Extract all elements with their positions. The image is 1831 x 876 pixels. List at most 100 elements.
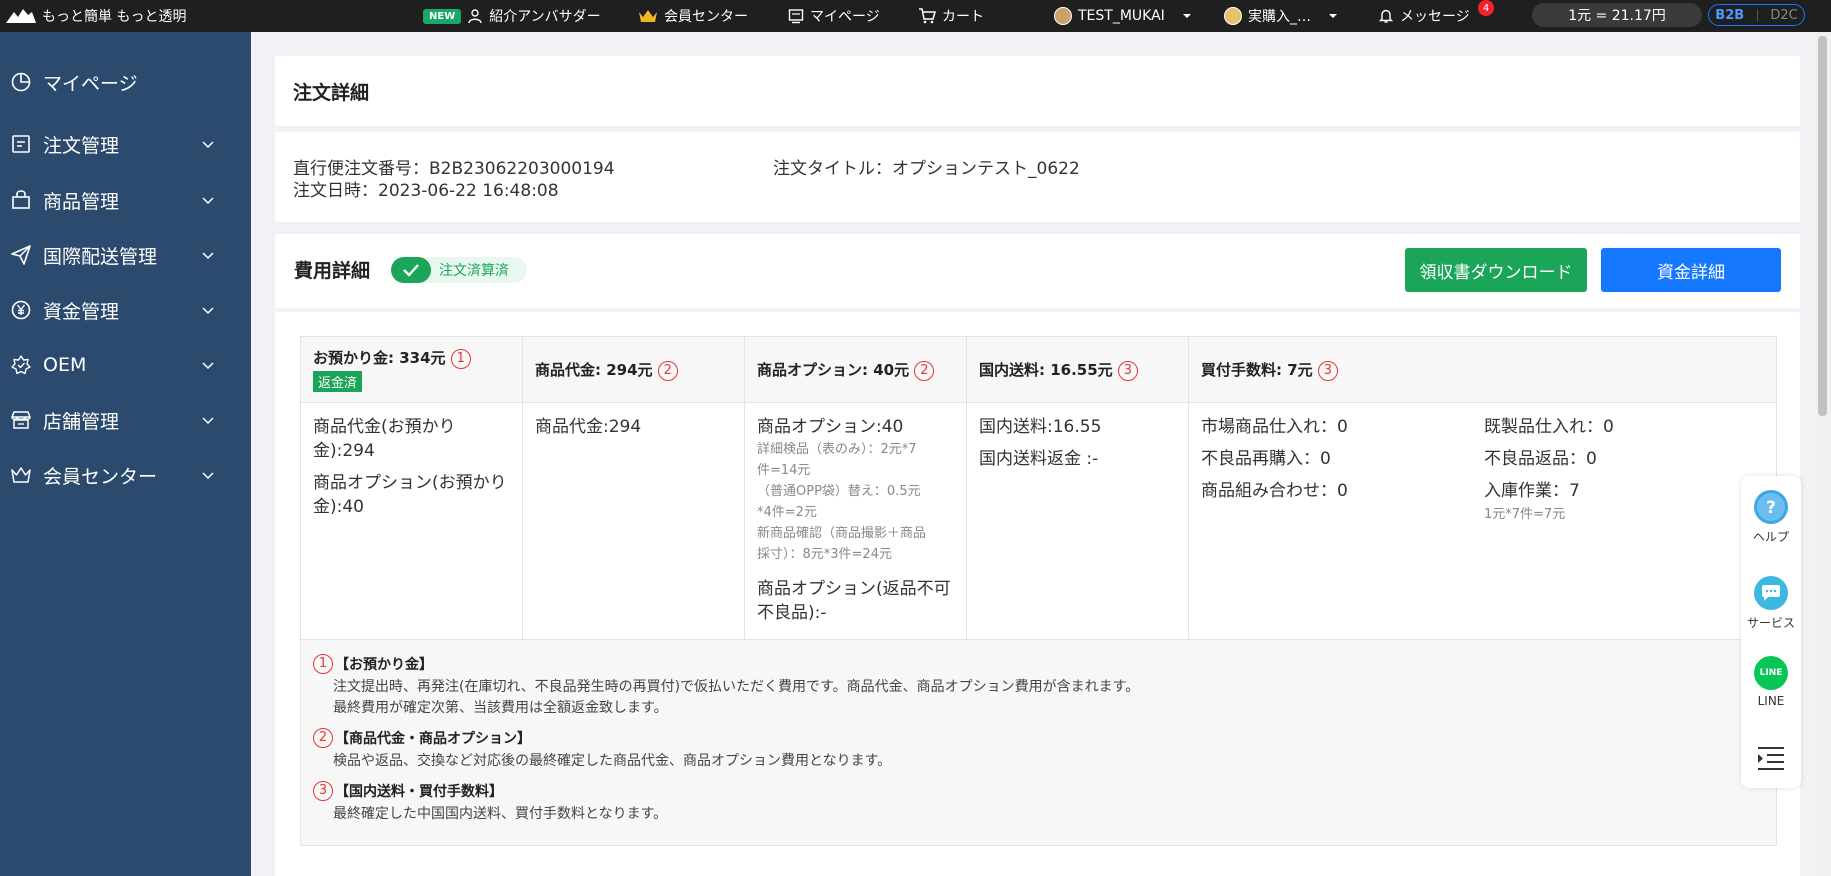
fee-title: 費用詳細 [294, 260, 371, 282]
store-name: 実購入_… [1248, 9, 1311, 25]
option-detail: *4件=2元 [757, 505, 817, 520]
product-line: 商品代金:294 [535, 417, 642, 437]
commission-market: 市場商品仕入れ：0 [1201, 417, 1348, 437]
cart-link[interactable]: カート [918, 0, 984, 32]
chevron-down-icon [202, 417, 214, 425]
note-title: 3 【国内送料・買付手数料】 [313, 781, 503, 801]
paper-plane-icon [9, 243, 33, 267]
sidebar-item-products[interactable]: 商品管理 [0, 180, 251, 220]
chevron-down-icon [202, 141, 214, 149]
fee-col-header: 買付手数料: 7元 3 [1201, 359, 1338, 381]
note-title: 2 【商品代金・商品オプション】 [313, 728, 531, 748]
new-badge: NEW [423, 8, 462, 24]
note-text: 最終費用が確定次第、当該費用は全額返金致します。 [333, 700, 668, 716]
bag-icon [9, 188, 33, 212]
caret-down-icon [1329, 14, 1337, 18]
option-detail: 新商品確認（商品撮影＋商品 [757, 526, 927, 541]
deposit-product-line1: 商品代金(お預かり [313, 417, 456, 437]
messages-link[interactable]: メッセージ [1378, 0, 1470, 32]
note-text: 注文提出時、再発注(在庫切れ、不良品発生時の再買付)で仮払いただく費用です。商品… [333, 679, 1140, 695]
deposit-header: お預かり金: 334元 [313, 349, 446, 367]
deposit-product-line2: 金):294 [313, 441, 375, 461]
shipping-header: 国内送料: 16.55元 [979, 361, 1113, 379]
sidebar-item-orders[interactable]: 注文管理 [0, 124, 251, 164]
option-nonreturn-line2: 不良品):- [757, 603, 827, 623]
store-menu[interactable]: 実購入_… [1224, 0, 1339, 32]
ambassador-link[interactable]: NEW 紹介アンバサダー [423, 0, 601, 32]
commission-warehousing-detail: 1元*7件=7元 [1484, 507, 1566, 522]
service-button[interactable]: サービス [1741, 576, 1801, 631]
mode-switch[interactable]: B2B D2C [1708, 4, 1805, 26]
logo[interactable]: もっと簡単 もっと透明 [6, 0, 186, 32]
store-icon [9, 408, 33, 432]
sidebar-item-label: 会員センター [43, 465, 158, 488]
note-number-1: 1 [450, 348, 471, 369]
option-detail: 採寸）：8元*3件=24元 [757, 547, 892, 562]
page-header-card: 注文詳細 [275, 56, 1800, 126]
note-title-text: 【商品代金・商品オプション】 [335, 731, 531, 747]
status-badge: 注文済算済 [391, 257, 527, 283]
commission-warehousing: 入庫作業：7 [1484, 481, 1580, 501]
cart-label: カート [942, 9, 984, 25]
page-scrollbar[interactable] [1814, 32, 1831, 876]
collapse-panel-button[interactable] [1741, 746, 1801, 770]
fee-col-header: お預かり金: 334元 1 [313, 347, 471, 369]
note-number-3: 3 [1317, 360, 1338, 381]
line-button[interactable]: LINE LINE [1741, 656, 1801, 708]
person-icon [468, 9, 482, 24]
commission-defect-rebuy: 不良品再購入：0 [1201, 449, 1331, 469]
member-center-link[interactable]: 会員センター [638, 0, 748, 32]
note-title-text: 【お預かり金】 [335, 657, 433, 673]
note-number-3: 3 [1117, 360, 1138, 381]
sidebar-item-oem[interactable]: OEM [0, 345, 251, 385]
caret-down-icon [1182, 14, 1191, 18]
sidebar-item-mypage[interactable]: マイページ [0, 62, 251, 102]
scrollbar-thumb[interactable] [1818, 36, 1827, 416]
chevron-down-icon [202, 252, 214, 260]
note-number-1: 1 [313, 654, 333, 674]
sidebar: マイページ 注文管理 商品管理 国際配送管理 資金管理 OEM 店舗管理 会員セ… [0, 32, 251, 876]
monitor-icon [788, 9, 804, 24]
oem-icon [9, 353, 33, 377]
commission-combination: 商品組み合わせ：0 [1201, 481, 1348, 501]
sidebar-item-stores[interactable]: 店舗管理 [0, 400, 251, 440]
help-label: ヘルプ [1752, 530, 1789, 544]
sidebar-item-label: 資金管理 [43, 300, 120, 323]
order-icon [9, 132, 33, 156]
option-line: 商品オプション:40 [757, 417, 904, 437]
top-bar: もっと簡単 もっと透明 NEW 紹介アンバサダー 会員センター マイページ カー… [0, 0, 1831, 32]
option-detail: 詳細検品（表のみ）：2元*7 [757, 442, 917, 457]
sidebar-item-label: 注文管理 [43, 134, 120, 157]
note-title: 1 【お預かり金】 [313, 654, 433, 674]
fee-col-header: 国内送料: 16.55元 3 [979, 359, 1138, 381]
note-number-2: 2 [657, 360, 678, 381]
question-icon: ? [1754, 490, 1788, 524]
user-menu[interactable]: TEST_MUKAI [1054, 0, 1193, 32]
sidebar-item-label: マイページ [43, 72, 138, 95]
sidebar-item-funds[interactable]: 資金管理 [0, 290, 251, 330]
mode-b2b[interactable]: B2B [1715, 8, 1744, 23]
sidebar-item-label: 国際配送管理 [43, 245, 158, 268]
download-receipt-button[interactable]: 領収書ダウンロード [1405, 248, 1587, 292]
message-count-badge: 4 [1478, 0, 1494, 16]
help-button[interactable]: ? ヘルプ [1741, 490, 1801, 545]
funds-detail-button[interactable]: 資金詳細 [1601, 248, 1781, 292]
sidebar-item-label: 商品管理 [43, 190, 120, 213]
user-name: TEST_MUKAI [1078, 8, 1165, 24]
messages-label: メッセージ [1400, 9, 1470, 25]
indent-menu-icon [1758, 747, 1784, 770]
line-icon: LINE [1754, 656, 1788, 690]
mode-d2c[interactable]: D2C [1770, 8, 1797, 23]
crown-icon [639, 10, 657, 22]
chevron-down-icon [202, 197, 214, 205]
sidebar-item-label: 店舗管理 [43, 410, 120, 433]
sidebar-item-shipping[interactable]: 国際配送管理 [0, 235, 251, 275]
sidebar-item-member-center[interactable]: 会員センター [0, 455, 251, 495]
mypage-link[interactable]: マイページ [788, 0, 880, 32]
commission-ready-made: 既製品仕入れ：0 [1484, 417, 1614, 437]
shipping-line: 国内送料:16.55 [979, 417, 1102, 437]
option-nonreturn-line1: 商品オプション(返品不可 [757, 579, 951, 599]
logo-mark-icon [6, 9, 36, 23]
mode-divider [1756, 9, 1758, 21]
page-title: 注文詳細 [293, 82, 370, 104]
